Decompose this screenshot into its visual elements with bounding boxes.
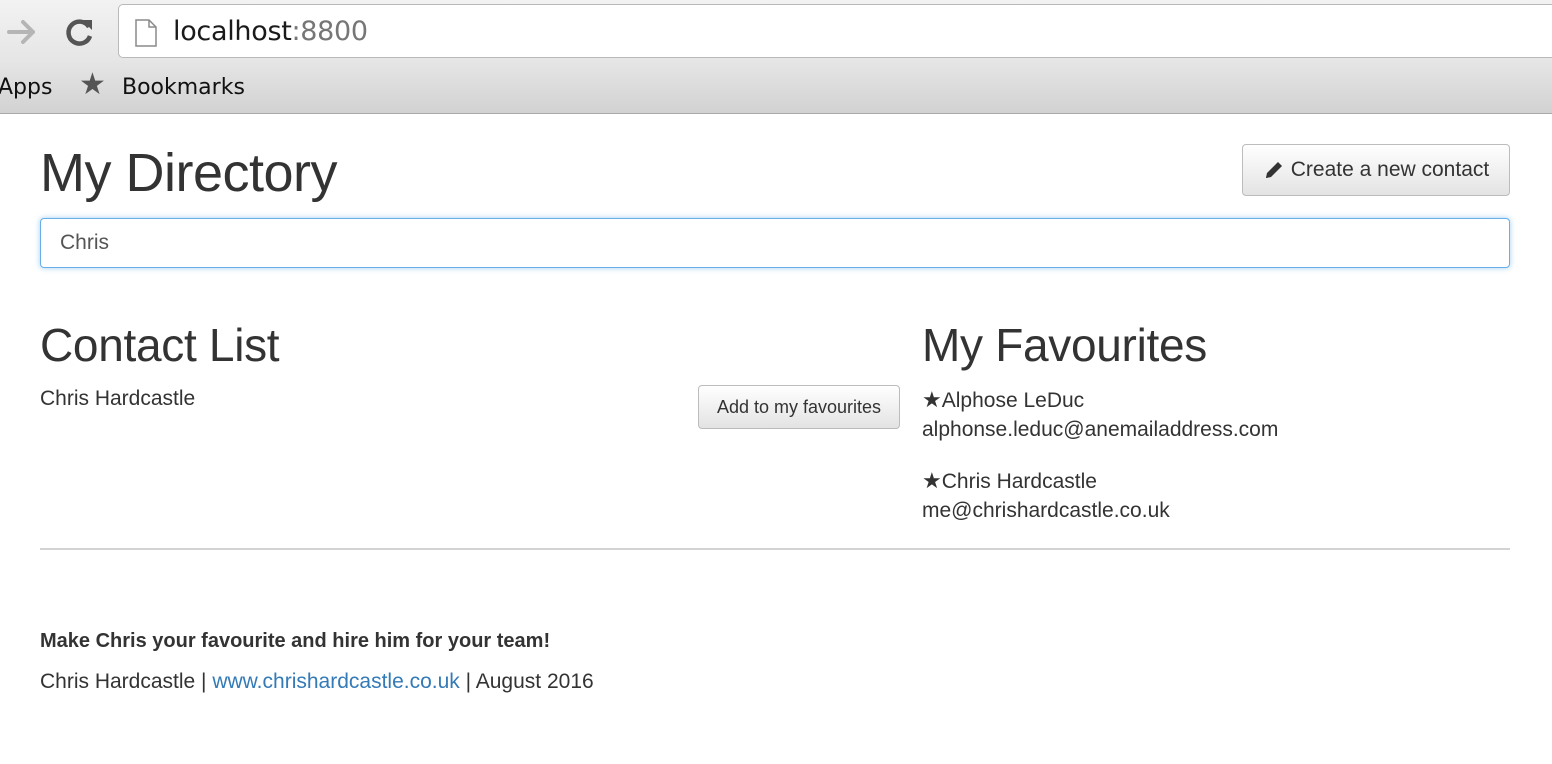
arrow-right-icon [7, 20, 35, 44]
apps-shortcut[interactable]: Apps [0, 75, 52, 100]
add-to-favourites-button[interactable]: Add to my favourites [698, 385, 900, 429]
page-title: My Directory [40, 143, 338, 203]
footer-tagline: Make Chris your favourite and hire him f… [40, 630, 551, 652]
address-bar[interactable]: localhost:8800 [118, 4, 1552, 58]
favourites-heading: My Favourites [922, 319, 1207, 371]
favourite-email: alphonse.leduc@anemailaddress.com [922, 418, 1279, 441]
bookmark-star-icon: ★ [79, 68, 106, 101]
footer-separator: | [195, 670, 213, 693]
bookmarks-folder[interactable]: Bookmarks [122, 75, 245, 100]
favourite-email: me@chrishardcastle.co.uk [922, 499, 1170, 522]
divider [40, 548, 1510, 550]
contact-name: Chris Hardcastle [40, 387, 196, 410]
favourite-item: ★Chris Hardcastle me@chrishardcastle.co.… [922, 466, 1170, 526]
search-input[interactable] [40, 218, 1510, 268]
footer-date: August 2016 [475, 670, 594, 693]
url-port: :8800 [291, 16, 369, 47]
star-icon: ★ [922, 387, 942, 412]
reload-icon [66, 19, 93, 46]
footer-website-link[interactable]: www.chrishardcastle.co.uk [212, 670, 459, 693]
bookmarks-bar: Apps ★ Bookmarks [0, 60, 1552, 114]
pencil-icon [1265, 162, 1282, 178]
create-contact-label: Create a new contact [1290, 158, 1490, 181]
contact-list-heading: Contact List [40, 319, 280, 371]
favourite-name: Chris Hardcastle [941, 470, 1097, 493]
browser-toolbar: localhost:8800 [0, 0, 1552, 60]
page-icon [135, 19, 157, 47]
footer-separator: | [459, 670, 476, 693]
url-text: localhost:8800 [173, 16, 368, 47]
footer-author: Chris Hardcastle [40, 670, 196, 693]
create-contact-button[interactable]: Create a new contact [1242, 144, 1510, 196]
star-icon: ★ [922, 468, 942, 493]
forward-button[interactable] [4, 14, 40, 50]
reload-button[interactable] [62, 14, 98, 50]
favourite-name: Alphose LeDuc [941, 389, 1085, 412]
favourite-item: ★Alphose LeDuc alphonse.leduc@anemailadd… [922, 385, 1278, 445]
url-host: localhost [173, 16, 292, 47]
footer-credits: Chris Hardcastle | www.chrishardcastle.c… [40, 670, 594, 694]
